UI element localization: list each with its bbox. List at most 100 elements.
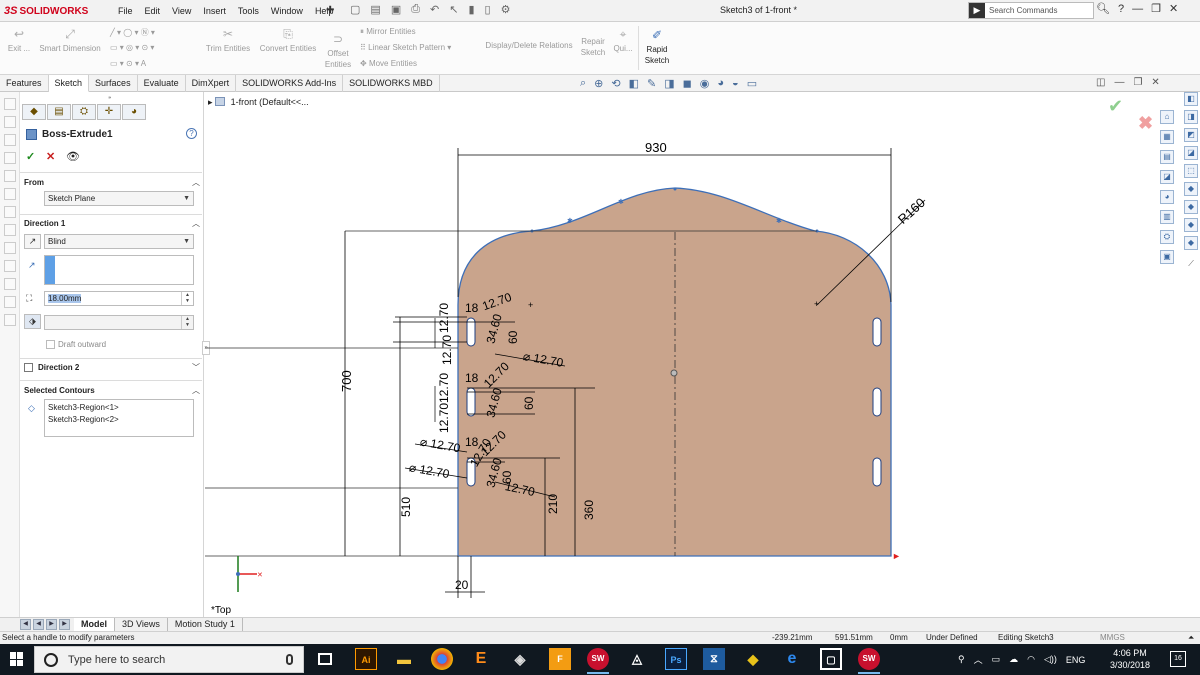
search-commands-box[interactable]: ▶ Search Commands <box>968 2 1094 19</box>
confirm-ok-icon[interactable]: ✔ <box>1108 96 1123 117</box>
zoom-to-fit-icon[interactable]: ⌕ <box>580 77 586 90</box>
exit-sketch-button[interactable]: ↩ Exit ... <box>4 27 34 54</box>
dim-text-1270-v2[interactable]: 12.70 <box>440 335 454 365</box>
design-library-icon[interactable]: ▦ <box>1160 130 1174 144</box>
contour-item[interactable]: Sketch3-Region<1> <box>48 403 119 412</box>
sketch-canvas[interactable]: ✱✱✱ 930 R160 700 510 360 210 20 18 12.70… <box>205 92 1157 619</box>
close-icon[interactable]: ✕ <box>1169 2 1178 15</box>
dim-text-930[interactable]: 930 <box>645 140 667 155</box>
last-tab-icon[interactable]: ▶ <box>59 619 70 630</box>
hide-show-icon[interactable]: ◉ <box>700 77 710 90</box>
tab-sketch[interactable]: Sketch <box>48 75 90 92</box>
inkscape-app-icon[interactable]: ◬ <box>626 648 648 670</box>
menu-view[interactable]: View <box>166 6 197 16</box>
reverse-direction-icon[interactable]: ↗ <box>24 234 41 249</box>
smart-dimension-button[interactable]: ⤢ Smart Dimension <box>36 27 104 54</box>
tile-icon[interactable]: ◫ <box>1096 77 1105 88</box>
doc-restore-icon[interactable]: ❐ <box>1133 77 1142 88</box>
view-back-icon[interactable]: ◪ <box>1184 146 1198 160</box>
slot-tools-group[interactable]: ▭ ▾ ⊙ ▾ A <box>110 59 146 68</box>
pin-icon[interactable]: ✚ <box>326 5 334 16</box>
dim-text-1270-dia2[interactable]: ⌀ 12.70 <box>419 435 462 456</box>
direction1-section-title[interactable]: Direction 1 <box>24 219 65 228</box>
restore-icon[interactable]: ❐ <box>1151 2 1161 15</box>
dim-text-700[interactable]: 700 <box>339 370 354 392</box>
menu-file[interactable]: File <box>112 6 139 16</box>
configuration-manager-tab-icon[interactable]: ⛭ <box>72 104 96 120</box>
view-normal-icon[interactable]: ◆ <box>1184 182 1198 196</box>
view-dimetric-icon[interactable]: ◆ <box>1184 200 1198 214</box>
people-icon[interactable]: ⚲ <box>958 654 965 665</box>
cancel-x-icon[interactable]: ✕ <box>46 150 55 163</box>
menu-window[interactable]: Window <box>265 6 309 16</box>
battery-icon[interactable]: ▭ <box>992 654 1001 665</box>
tab-addins[interactable]: SOLIDWORKS Add-Ins <box>236 75 344 92</box>
view-orientation-icon[interactable]: ◨ <box>664 77 674 90</box>
save-icon[interactable]: ▣ <box>391 3 401 16</box>
microphone-icon[interactable] <box>286 654 293 665</box>
solidworks-logo[interactable]: 3S SOLIDWORKS <box>4 3 96 19</box>
minimize-icon[interactable]: — <box>1132 3 1143 15</box>
dim-text-1270-v1[interactable]: 12.70 <box>437 303 451 333</box>
dim-text-1270-v3[interactable]: 12.70 <box>437 373 451 403</box>
next-tab-icon[interactable]: ▶ <box>46 619 57 630</box>
from-select[interactable]: Sketch Plane ▼ <box>44 191 194 206</box>
view-iso-icon[interactable]: ⬚ <box>1184 164 1198 178</box>
edge-app-icon[interactable]: e <box>781 648 803 670</box>
end-condition-select[interactable]: Blind ▼ <box>44 234 194 249</box>
tab-mbd[interactable]: SOLIDWORKS MBD <box>343 75 440 92</box>
language-indicator[interactable]: ENG <box>1066 655 1086 665</box>
tree-root-label[interactable]: 1-front (Default<<... <box>231 97 309 107</box>
search-icon[interactable]: 🔍︎ <box>1096 2 1110 15</box>
offset-entities-button[interactable]: ⊃ Offset Entities <box>322 32 354 70</box>
quick-snaps-button[interactable]: ⌖ Qui... <box>610 27 636 54</box>
prev-tab-icon[interactable]: ◀ <box>33 619 44 630</box>
rebuild-icon[interactable]: ▮ <box>468 3 474 16</box>
illustrator-app-icon[interactable]: Ai <box>355 648 377 670</box>
selected-contours-collapse-icon[interactable]: ︿ <box>192 385 200 396</box>
windows-start-icon[interactable] <box>10 652 24 666</box>
new-icon[interactable]: ▢ <box>350 3 360 16</box>
apply-scene-icon[interactable]: ◒ <box>732 77 739 90</box>
display-delete-relations-button[interactable]: Display/Delete Relations <box>480 40 578 51</box>
draft-spinner[interactable]: ▲ ▼ <box>181 316 193 329</box>
network-icon[interactable]: ☁ <box>1009 654 1018 665</box>
from-section-title[interactable]: From <box>24 178 44 187</box>
zoom-area-icon[interactable]: ⊕ <box>594 77 603 90</box>
print-icon[interactable]: ⎙ <box>411 3 420 16</box>
dynamic-annotation-icon[interactable]: ✎ <box>647 77 656 90</box>
clock[interactable]: 4:06 PM 3/30/2018 <box>1100 647 1160 671</box>
measure-icon[interactable]: ⟋ <box>1184 258 1198 272</box>
line-tools-group[interactable]: ╱ ▾ ◯ ▾ Ⓝ ▾ <box>110 27 155 38</box>
rectangle-tools-group[interactable]: ▭ ▾ ◎ ▾ ⊙ ▾ <box>110 43 154 52</box>
view-right-icon[interactable]: ◩ <box>1184 128 1198 142</box>
panel-splitter-icon[interactable]: ⁍ <box>108 94 112 102</box>
help-icon[interactable]: ? <box>186 128 197 139</box>
draft-angle-input[interactable]: ▲ ▼ <box>44 315 194 330</box>
status-expand-icon[interactable]: ⏶ <box>1188 633 1194 643</box>
direction1-collapse-icon[interactable]: ︿ <box>192 218 200 229</box>
photoshop-app-icon[interactable]: Ps <box>665 648 687 670</box>
detailed-preview-eye-icon[interactable]: 👁︎ <box>66 150 80 163</box>
menu-insert[interactable]: Insert <box>197 6 232 16</box>
file-properties-icon[interactable]: ▯ <box>485 3 491 16</box>
confirm-cancel-icon[interactable]: ✖ <box>1138 113 1153 134</box>
tab-features[interactable]: Features <box>0 75 49 92</box>
wifi-icon[interactable]: ◠ <box>1027 654 1035 665</box>
select-icon[interactable]: ↖ <box>449 3 458 16</box>
rapid-sketch-button[interactable]: ✐ Rapid Sketch <box>640 28 674 66</box>
direction2-expand-icon[interactable]: ﹀ <box>192 362 200 373</box>
undo-icon[interactable]: ↶ <box>430 3 439 16</box>
graphics-area[interactable]: ✱ ✱ ✱ 930 R160 700 510 360 210 20 18 12.… <box>205 92 1157 619</box>
dim-text-60-a[interactable]: 60 <box>506 330 520 344</box>
view-trimetric-icon[interactable]: ◆ <box>1184 218 1198 232</box>
view-front-icon[interactable]: ◨ <box>1184 110 1198 124</box>
app-window-icon[interactable]: ▢ <box>820 648 842 670</box>
direction-vector-field[interactable] <box>44 255 194 285</box>
solidworks-app-icon-2[interactable]: SW <box>858 648 880 674</box>
feature-tree-flyout[interactable]: ▸ 1-front (Default<<... <box>208 97 309 108</box>
file-explorer-app-icon[interactable]: ▬ <box>393 648 415 670</box>
tab-dimxpert[interactable]: DimXpert <box>186 75 237 92</box>
dim-text-60-b[interactable]: 60 <box>522 396 536 410</box>
property-manager-tab-icon[interactable]: ▤ <box>47 104 71 120</box>
